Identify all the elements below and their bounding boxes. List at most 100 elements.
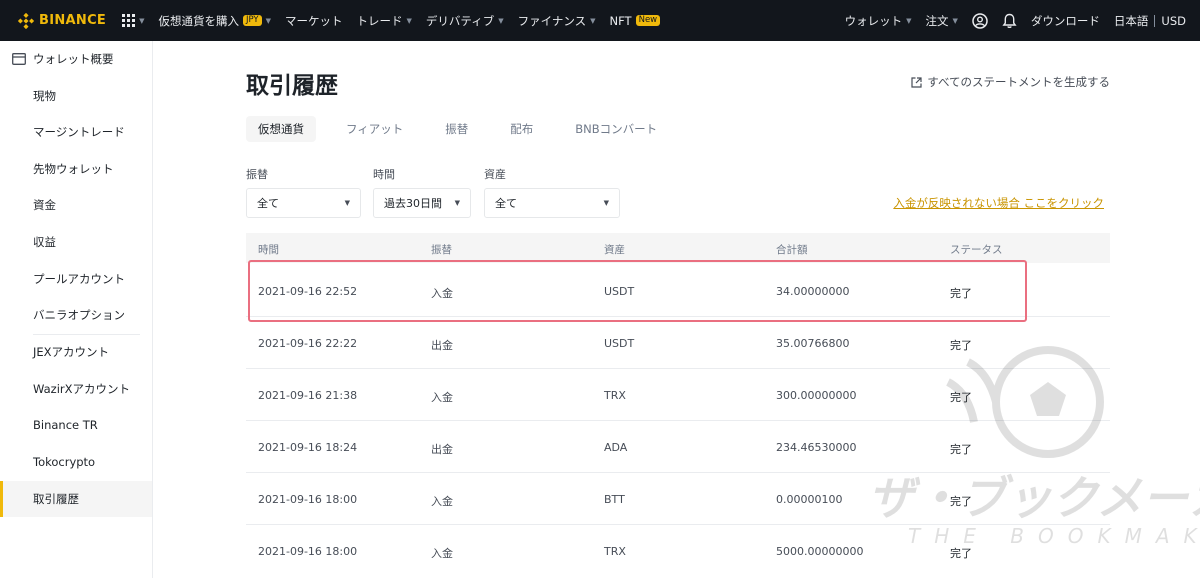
sidebar-item-funding[interactable]: 資金	[0, 187, 152, 223]
highlight-box	[248, 260, 1027, 322]
binance-logo[interactable]: BINANCE	[18, 12, 107, 29]
sidebar-item-tokocrypto[interactable]: Tokocrypto	[0, 444, 152, 480]
top-navigation-bar: BINANCE ▼ 仮想通貨を購入 JPY ▼ マーケット トレード ▼ デリバ…	[0, 0, 1200, 41]
cell-status: 完了	[950, 495, 972, 508]
column-header-status: ステータス	[950, 244, 1003, 256]
generate-statement-label: すべてのステートメントを生成する	[927, 75, 1110, 89]
sidebar-item-label: WazirXアカウント	[33, 382, 131, 396]
tab-crypto[interactable]: 仮想通貨	[246, 116, 316, 142]
cell-asset: BTT	[604, 493, 625, 506]
external-link-icon	[911, 76, 922, 88]
sidebar-item-transaction-history[interactable]: 取引履歴	[0, 481, 152, 517]
filter-time-select[interactable]: 過去30日間 ▼	[373, 188, 471, 218]
sidebar-item-spot[interactable]: 現物	[0, 78, 152, 114]
tab-distribution[interactable]: 配布	[498, 116, 545, 142]
cell-status: 完了	[950, 339, 972, 352]
filter-type: 振替 全て ▼	[246, 166, 361, 218]
chevron-down-icon: ▼	[603, 199, 609, 207]
chevron-down-icon: ▼	[265, 16, 272, 25]
table-row[interactable]: 2021-09-16 18:24 出金 ADA 234.46530000 完了	[246, 421, 1110, 473]
sidebar-item-jex[interactable]: JEXアカウント	[0, 334, 152, 370]
nav-language-label: 日本語	[1113, 13, 1149, 28]
cell-time: 2021-09-16 18:00	[258, 493, 358, 506]
filter-type-select[interactable]: 全て ▼	[246, 188, 361, 218]
chevron-down-icon: ▼	[590, 16, 596, 25]
sidebar-item-label: 取引履歴	[33, 492, 79, 506]
nav-orders-label: 注文	[925, 13, 949, 28]
nav-trade[interactable]: トレード ▼	[357, 13, 412, 29]
cell-asset: USDT	[604, 337, 635, 350]
cell-asset: ADA	[604, 441, 628, 454]
sidebar-item-wazirx[interactable]: WazirXアカウント	[0, 371, 152, 407]
chevron-down-icon: ▼	[454, 199, 460, 207]
chevron-down-icon: ▼	[344, 199, 350, 207]
nav-derivatives[interactable]: デリバティブ ▼	[426, 13, 504, 29]
sidebar-item-wallet-overview[interactable]: ウォレット概要	[0, 41, 152, 77]
wallet-icon	[12, 53, 26, 65]
cell-type: 出金	[431, 339, 453, 352]
page-title: 取引履歴	[246, 73, 338, 99]
nav-wallet-label: ウォレット	[844, 13, 903, 28]
chevron-down-icon: ▼	[952, 16, 958, 25]
sidebar-item-label: マージントレード	[33, 125, 125, 139]
cell-amount: 5000.00000000	[776, 545, 864, 558]
filter-type-value: 全て	[257, 197, 279, 210]
nav-nft[interactable]: NFT New	[610, 14, 661, 28]
logo-text: BINANCE	[39, 13, 107, 28]
cell-status: 完了	[950, 443, 972, 456]
nav-derivatives-label: デリバティブ	[425, 13, 495, 28]
nav-currency[interactable]: USD	[1161, 14, 1186, 28]
table-row[interactable]: 2021-09-16 21:38 入金 TRX 300.00000000 完了	[246, 369, 1110, 421]
notification-bell-icon[interactable]	[1002, 13, 1017, 29]
cell-amount: 0.00000100	[776, 493, 843, 506]
nav-nft-label: NFT	[609, 13, 632, 28]
tab-bnb-convert[interactable]: BNBコンバート	[563, 116, 669, 142]
deposit-help-link[interactable]: 入金が反映されない場合 ここをクリック	[893, 195, 1104, 211]
filter-time: 時間 過去30日間 ▼	[373, 166, 471, 218]
nav-finance-label: ファイナンス	[517, 13, 587, 28]
nav-orders[interactable]: 注文 ▼	[926, 13, 958, 29]
table-row[interactable]: 2021-09-16 18:00 入金 TRX 5000.00000000 完了	[246, 525, 1110, 577]
sidebar-item-label: Binance TR	[33, 418, 98, 432]
sidebar-item-binance-tr[interactable]: Binance TR	[0, 407, 152, 443]
chevron-down-icon: ▼	[406, 16, 412, 25]
sidebar-item-label: バニラオプション	[33, 308, 125, 322]
nav-download-label: ダウンロード	[1030, 13, 1100, 28]
new-badge: New	[635, 15, 661, 26]
table-row[interactable]: 2021-09-16 22:22 出金 USDT 35.00766800 完了	[246, 317, 1110, 369]
nav-markets[interactable]: マーケット	[285, 13, 343, 29]
tab-fiat[interactable]: フィアット	[334, 116, 415, 142]
filter-asset-value: 全て	[495, 197, 517, 210]
apps-grid-icon[interactable]: ▼	[122, 14, 144, 27]
jpy-badge: JPY	[242, 15, 262, 26]
sidebar-item-vanilla-options[interactable]: バニラオプション	[0, 297, 152, 333]
nav-wallet[interactable]: ウォレット ▼	[845, 13, 912, 29]
nav-download[interactable]: ダウンロード	[1031, 13, 1100, 29]
sidebar-item-label: ウォレット概要	[33, 52, 114, 66]
nav-trade-label: トレード	[356, 13, 403, 28]
cell-amount: 300.00000000	[776, 389, 857, 402]
nav-buy-crypto[interactable]: 仮想通貨を購入 JPY ▼	[158, 13, 271, 29]
filter-asset-select[interactable]: 全て ▼	[484, 188, 620, 218]
table-row[interactable]: 2021-09-16 18:00 入金 BTT 0.00000100 完了	[246, 473, 1110, 525]
sidebar-item-earn[interactable]: 収益	[0, 224, 152, 260]
cell-type: 入金	[431, 495, 453, 508]
binance-diamond-icon	[18, 12, 34, 29]
divider	[1154, 14, 1156, 27]
cell-status: 完了	[950, 547, 972, 560]
sidebar-item-label: プールアカウント	[33, 272, 125, 286]
chevron-down-icon: ▼	[906, 16, 912, 25]
sidebar-item-futures[interactable]: 先物ウォレット	[0, 151, 152, 187]
tab-transfer[interactable]: 振替	[433, 116, 480, 142]
user-profile-icon[interactable]	[972, 12, 988, 29]
filter-asset-label: 資産	[484, 168, 506, 181]
filter-time-label: 時間	[373, 168, 395, 181]
cell-time: 2021-09-16 21:38	[258, 389, 358, 402]
nav-finance[interactable]: ファイナンス ▼	[518, 13, 596, 29]
nav-language[interactable]: 日本語	[1114, 13, 1149, 29]
generate-statement-link[interactable]: すべてのステートメントを生成する	[911, 74, 1110, 90]
sidebar-item-margin[interactable]: マージントレード	[0, 114, 152, 150]
nav-currency-label: USD	[1161, 13, 1186, 28]
cell-asset: TRX	[604, 389, 626, 402]
sidebar-item-pool[interactable]: プールアカウント	[0, 261, 152, 297]
